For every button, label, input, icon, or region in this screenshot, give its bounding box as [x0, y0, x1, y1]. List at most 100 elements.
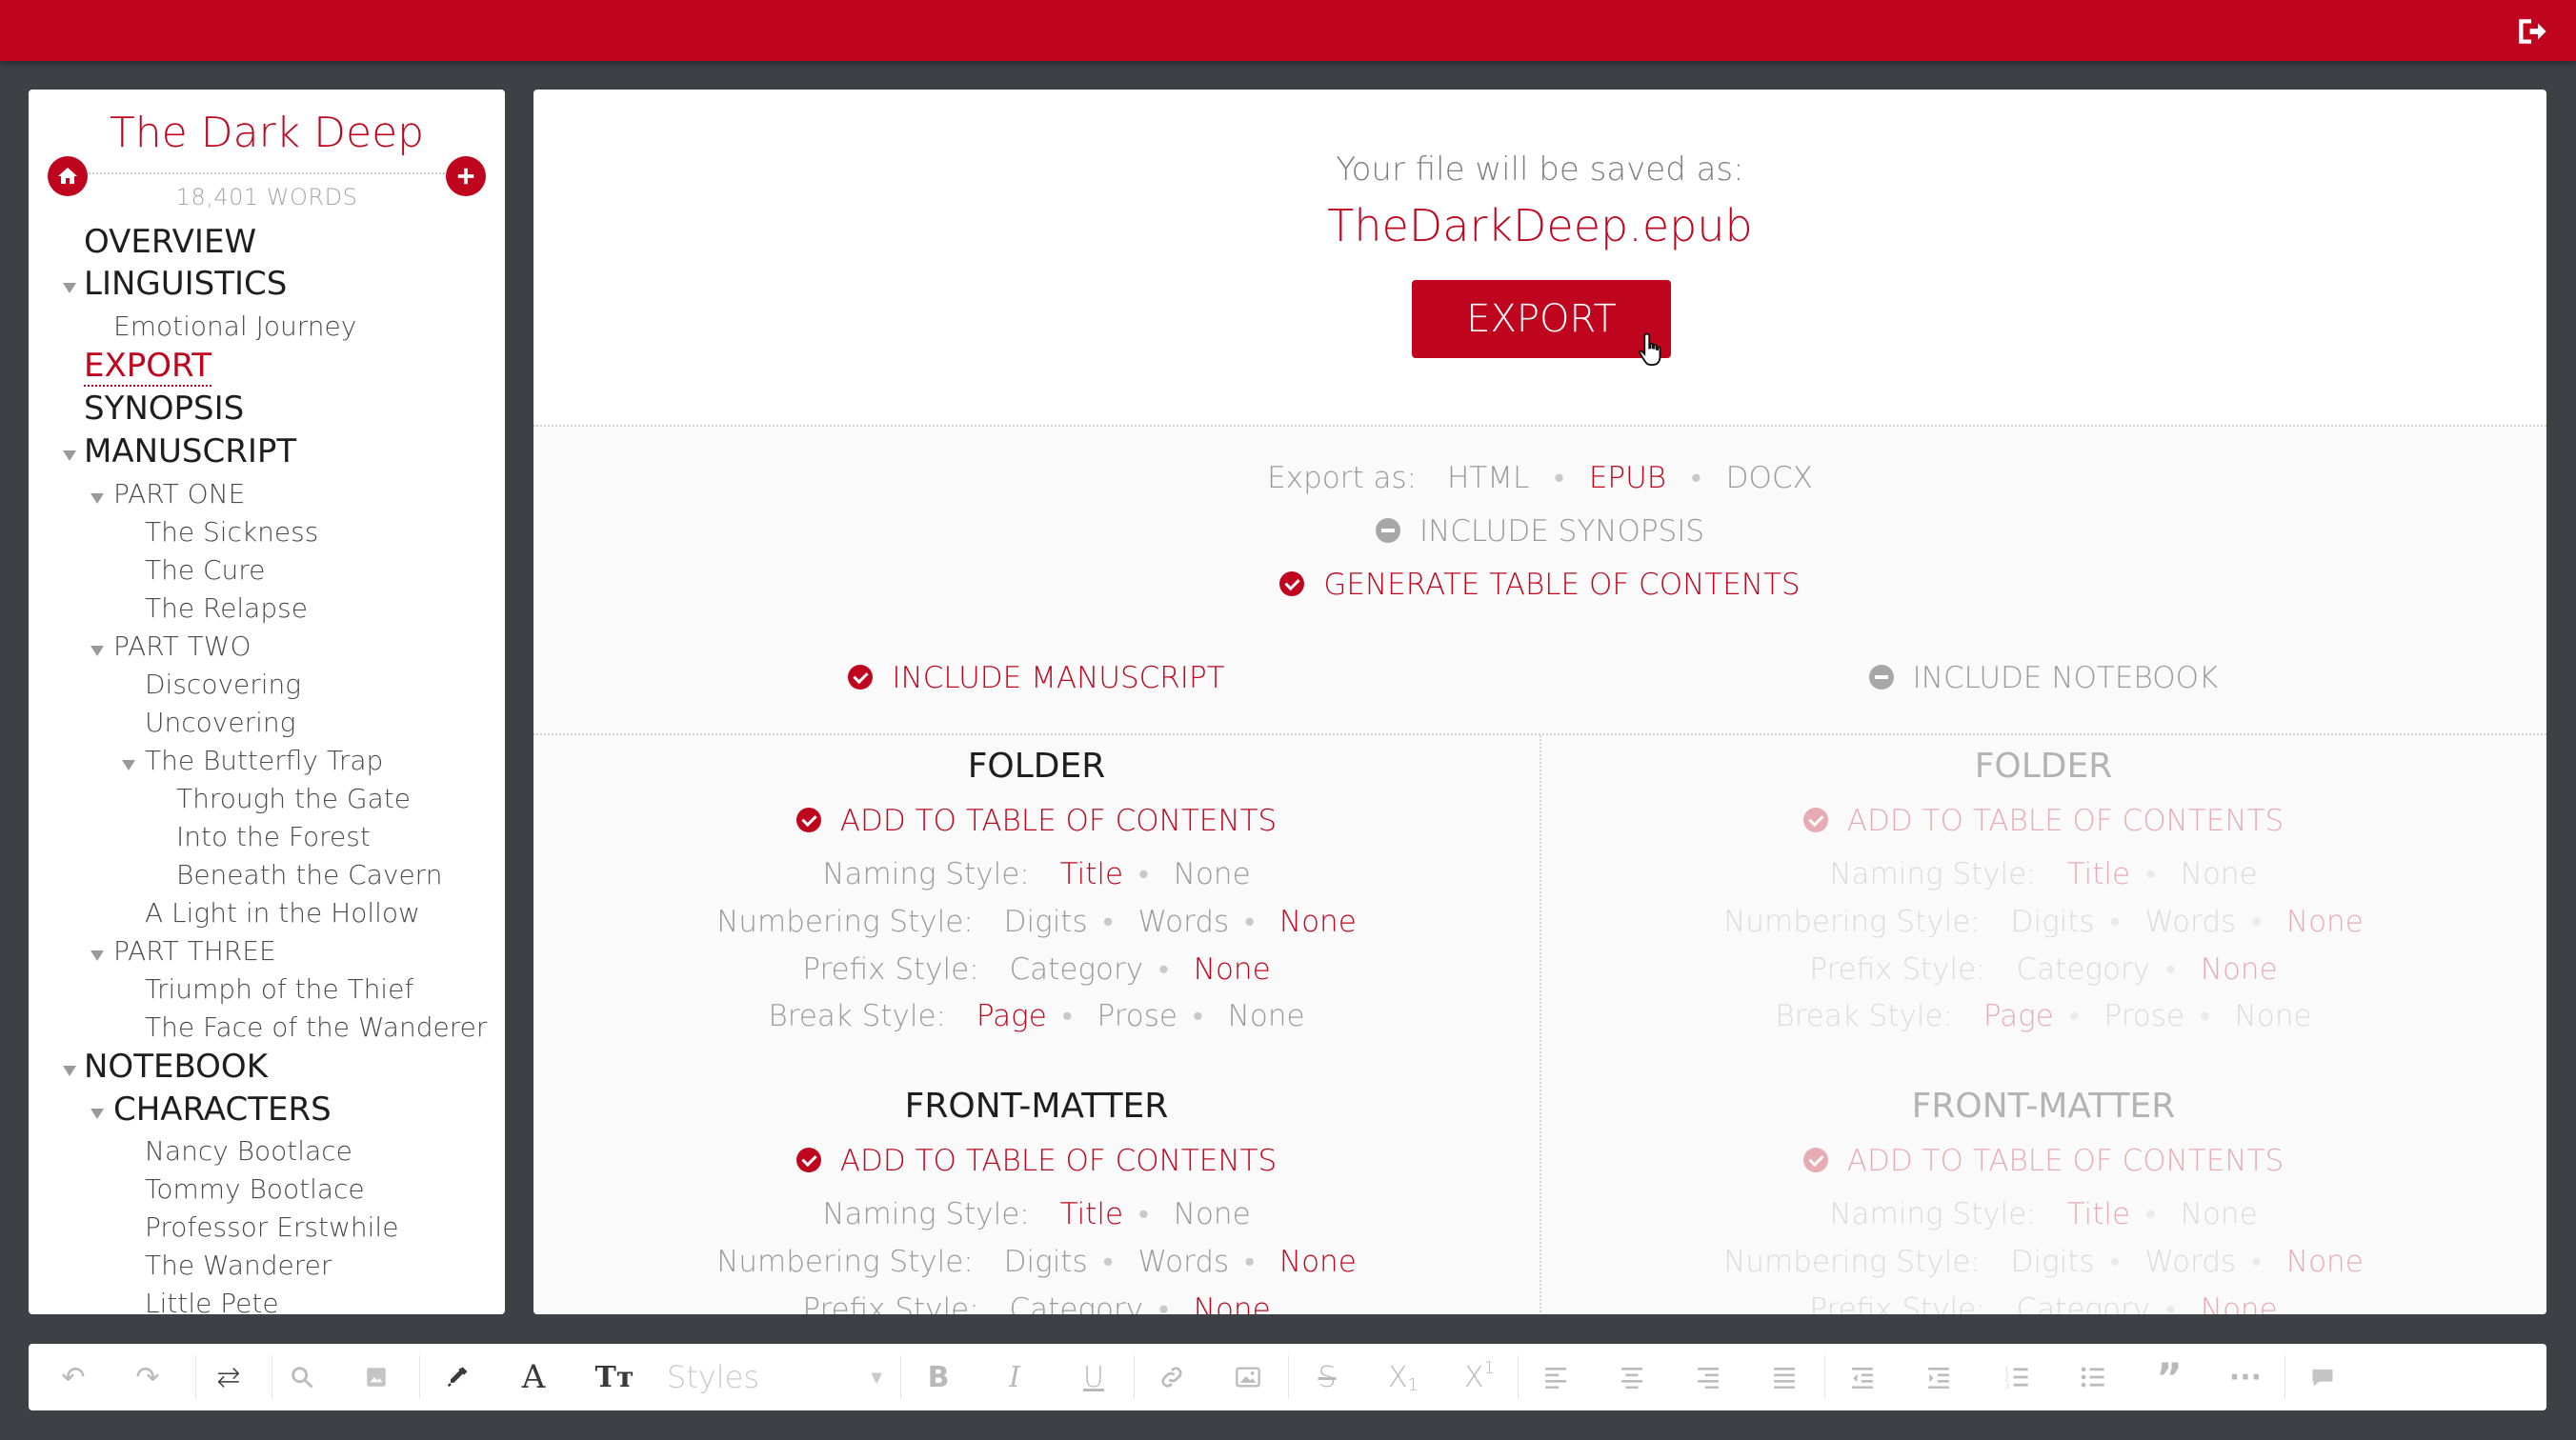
underline-icon[interactable]: U — [1065, 1344, 1122, 1410]
numbering-option-words[interactable]: Words — [2144, 905, 2236, 939]
redo-icon[interactable]: ↷ — [124, 1344, 171, 1410]
numbering-option-digits[interactable]: Digits — [2011, 905, 2095, 939]
image-icon[interactable] — [352, 1344, 400, 1410]
tree-item-tommy-bootlace[interactable]: Tommy Bootlace — [145, 1173, 365, 1205]
bold-icon[interactable]: B — [910, 1344, 967, 1410]
generate-toc-toggle[interactable]: GENERATE TABLE OF CONTENTS — [533, 568, 2546, 602]
tree-item-through-the-gate[interactable]: Through the Gate — [176, 783, 411, 814]
tree-item-the-cure[interactable]: The Cure — [145, 554, 265, 586]
prefix-option-none[interactable]: None — [2201, 952, 2278, 987]
ordered-list-icon[interactable]: 123 — [1988, 1344, 2045, 1410]
numbering-option-digits[interactable]: Digits — [2011, 1245, 2095, 1279]
naming-option-title[interactable]: Title — [1060, 1197, 1123, 1231]
numbering-option-words[interactable]: Words — [1137, 905, 1229, 939]
expand-triangle-icon[interactable] — [91, 493, 104, 504]
tree-item-export[interactable]: EXPORT — [84, 347, 211, 387]
naming-option-title[interactable]: Title — [2067, 1197, 2130, 1231]
tree-item-the-butterfly-trap[interactable]: The Butterfly Trap — [122, 745, 383, 776]
outdent-icon[interactable] — [1834, 1344, 1891, 1410]
add-toc-toggle[interactable]: ADD TO TABLE OF CONTENTS — [533, 804, 1540, 838]
logout-icon[interactable] — [2515, 15, 2547, 48]
numbering-option-digits[interactable]: Digits — [1004, 905, 1088, 939]
naming-option-title[interactable]: Title — [2067, 857, 2130, 891]
numbering-option-none[interactable]: None — [1279, 905, 1357, 939]
break-option-page[interactable]: Page — [976, 999, 1047, 1033]
tree-item-uncovering[interactable]: Uncovering — [145, 707, 295, 738]
quote-icon[interactable]: ” — [2141, 1344, 2198, 1410]
naming-option-title[interactable]: Title — [1060, 857, 1123, 891]
bullet-list-icon[interactable] — [2064, 1344, 2122, 1410]
superscript-icon[interactable]: X1 — [1451, 1344, 1508, 1410]
prefix-option-none[interactable]: None — [2201, 1292, 2278, 1314]
tree-item-the-face-of-the-wanderer[interactable]: The Face of the Wanderer — [145, 1011, 487, 1043]
tree-item-part-three[interactable]: PART THREE — [91, 935, 276, 967]
add-toc-toggle[interactable]: ADD TO TABLE OF CONTENTS — [1540, 1144, 2546, 1178]
naming-option-none[interactable]: None — [1174, 857, 1251, 891]
tree-item-beneath-the-cavern[interactable]: Beneath the Cavern — [176, 859, 442, 890]
align-center-icon[interactable] — [1603, 1344, 1660, 1410]
include-notebook-toggle[interactable]: INCLUDE NOTEBOOK — [1540, 661, 2546, 695]
prefix-option-category[interactable]: Category — [1010, 1292, 1144, 1314]
prefix-option-category[interactable]: Category — [1010, 952, 1144, 987]
subscript-icon[interactable]: X1 — [1375, 1344, 1432, 1410]
tree-item-professor-erstwhile[interactable]: Professor Erstwhile — [145, 1211, 398, 1243]
font-color-icon[interactable]: A — [510, 1344, 557, 1410]
export-button[interactable]: EXPORT — [1412, 280, 1671, 358]
indent-icon[interactable] — [1910, 1344, 1967, 1410]
format-epub[interactable]: EPUB — [1589, 461, 1666, 495]
include-manuscript-toggle[interactable]: INCLUDE MANUSCRIPT — [533, 661, 1540, 695]
project-title[interactable]: The Dark Deep — [29, 109, 505, 157]
tree-item-into-the-forest[interactable]: Into the Forest — [176, 821, 371, 852]
tree-item-overview[interactable]: OVERVIEW — [84, 223, 256, 261]
link-icon[interactable] — [1143, 1344, 1200, 1410]
align-left-icon[interactable] — [1527, 1344, 1584, 1410]
break-option-none[interactable]: None — [1228, 999, 1305, 1033]
include-synopsis-toggle[interactable]: INCLUDE SYNOPSIS — [533, 514, 2546, 549]
tree-item-triumph-of-the-thief[interactable]: Triumph of the Thief — [145, 973, 413, 1005]
tree-item-notebook[interactable]: NOTEBOOK — [63, 1048, 268, 1086]
styles-dropdown[interactable]: Styles ▼ — [657, 1344, 896, 1410]
tree-item-discovering[interactable]: Discovering — [145, 669, 301, 700]
naming-option-none[interactable]: None — [2181, 1197, 2258, 1231]
tree-item-the-wanderer[interactable]: The Wanderer — [145, 1250, 332, 1281]
undo-icon[interactable]: ↶ — [50, 1344, 97, 1410]
expand-triangle-icon[interactable] — [91, 950, 104, 961]
prefix-option-none[interactable]: None — [1194, 1292, 1271, 1314]
format-html[interactable]: HTML — [1447, 461, 1529, 495]
numbering-option-digits[interactable]: Digits — [1004, 1245, 1088, 1279]
tree-item-part-one[interactable]: PART ONE — [91, 478, 245, 510]
expand-triangle-icon[interactable] — [63, 283, 76, 293]
break-option-prose[interactable]: Prose — [2104, 999, 2184, 1033]
expand-triangle-icon[interactable] — [91, 1109, 104, 1119]
tree-item-a-light-in-the-hollow[interactable]: A Light in the Hollow — [145, 897, 420, 929]
numbering-option-none[interactable]: None — [2286, 905, 2364, 939]
expand-triangle-icon[interactable] — [63, 450, 76, 461]
expand-triangle-icon[interactable] — [122, 760, 135, 770]
align-justify-icon[interactable] — [1756, 1344, 1813, 1410]
tree-item-part-two[interactable]: PART TWO — [91, 630, 252, 662]
text-size-icon[interactable]: Tт — [586, 1344, 643, 1410]
sync-icon[interactable]: ⇄ — [200, 1344, 257, 1410]
align-right-icon[interactable] — [1680, 1344, 1737, 1410]
numbering-option-none[interactable]: None — [1279, 1245, 1357, 1279]
tree-item-the-relapse[interactable]: The Relapse — [145, 592, 308, 624]
tree-item-characters[interactable]: CHARACTERS — [91, 1090, 332, 1129]
numbering-option-words[interactable]: Words — [1137, 1245, 1229, 1279]
break-option-prose[interactable]: Prose — [1097, 999, 1177, 1033]
tree-item-synopsis[interactable]: SYNOPSIS — [84, 390, 244, 428]
insert-image-icon[interactable] — [1219, 1344, 1277, 1410]
numbering-option-words[interactable]: Words — [2144, 1245, 2236, 1279]
naming-option-none[interactable]: None — [1174, 1197, 1251, 1231]
search-icon[interactable] — [278, 1344, 326, 1410]
tree-item-emotional-journey[interactable]: Emotional Journey — [113, 310, 356, 342]
expand-triangle-icon[interactable] — [63, 1066, 76, 1076]
tree-item-manuscript[interactable]: MANUSCRIPT — [63, 432, 296, 470]
tree-item-little-pete[interactable]: Little Pete — [145, 1288, 279, 1314]
prefix-option-category[interactable]: Category — [2017, 952, 2151, 987]
strikethrough-icon[interactable]: S — [1298, 1344, 1356, 1410]
add-toc-toggle[interactable]: ADD TO TABLE OF CONTENTS — [1540, 804, 2546, 838]
expand-triangle-icon[interactable] — [91, 646, 104, 656]
break-option-page[interactable]: Page — [1983, 999, 2054, 1033]
eyedropper-icon[interactable] — [429, 1344, 486, 1410]
format-docx[interactable]: DOCX — [1726, 461, 1813, 495]
